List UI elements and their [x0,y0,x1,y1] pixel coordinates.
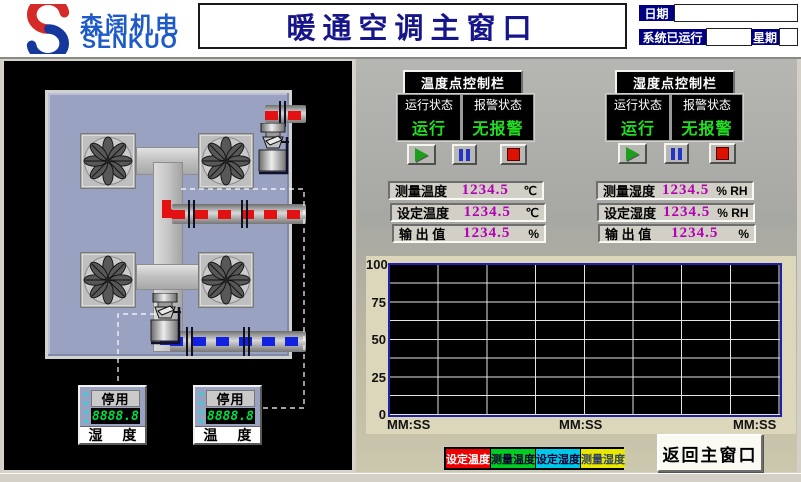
week-label: 星期 [751,29,779,45]
y-axis-tick: 75 [366,295,386,310]
page-title: 暖通空调主窗口 [286,5,538,47]
meter-status: 停用 [91,390,140,407]
meter-label: 湿 度 [80,426,145,443]
pause-icon [671,148,682,160]
valve-icon [256,123,290,175]
runtime-label: 系统已运行 [639,29,706,45]
alarm-status-value: 无报警 [472,115,523,139]
fan-icon [80,252,136,308]
header-bar: 森阔机电 SENKUO 暖通空调主窗口 日期 系统已运行 星期 [0,0,801,59]
fan-icon [80,133,136,189]
valve-icon [148,293,182,345]
stop-icon [507,148,520,161]
humidity-meter: ++ ++ 停用 8888.8 湿 度 [78,385,147,445]
play-icon [415,148,428,162]
x-axis-tick: MM:SS [733,417,776,432]
runtime-field [706,28,752,46]
legend-set-humidity[interactable]: 设定湿度 [536,449,580,468]
run-status-box: 运行状态 运行 [398,95,460,140]
alarm-status-value: 无报警 [681,115,732,139]
alarm-status-label: 报警状态 [683,96,731,113]
meter-value: 8888.8 [91,408,140,424]
temperature-control-bar-title: 温度点控制栏 [403,70,523,95]
humidity-start-button[interactable] [618,143,647,164]
temperature-status-group: 运行状态 运行 报警状态 无报警 [396,93,535,142]
week-field [779,28,798,46]
pause-icon [459,149,470,161]
company-name-en: SENKUO [82,30,178,54]
humidity-control-bar-title: 湿度点控制栏 [615,70,735,95]
pipe-flange [188,200,195,228]
alarm-status-box: 报警状态 无报警 [672,95,742,140]
humidity-stop-button[interactable] [709,143,736,164]
duct-bottom [136,264,200,290]
x-axis-tick: MM:SS [387,417,430,432]
pipe-flange [241,200,248,228]
control-panel: 温度点控制栏 运行状态 运行 报警状态 无报警 测量温度 1234.5 ℃ 设定… [356,59,797,472]
temperature-meter: ++ ++ 停用 8888.8 温 度 [193,385,262,445]
play-icon [626,147,639,161]
measured-temperature-row: 测量温度 1234.5 ℃ [388,181,544,200]
hvac-diagram-panel: ++ ++ 停用 8888.8 湿 度 ++ ++ 停用 8888.8 温 度 [2,59,354,472]
pipe-flange [186,327,193,356]
meter-value: 8888.8 [206,408,255,424]
humidity-pause-button[interactable] [664,143,689,164]
meter-status: 停用 [206,390,255,407]
temperature-output-row: 输 出 值 1234.5 % [392,224,546,243]
date-field [674,4,798,22]
stop-icon [716,147,729,160]
alarm-status-label: 报警状态 [474,96,522,113]
y-axis-tick: 0 [366,407,386,422]
pipe-flange [243,327,250,356]
set-temperature-row: 设定温度 1234.5 ℃ [390,203,546,222]
legend-measured-temperature[interactable]: 测量温度 [491,449,535,468]
chart-legend: 设定温度 测量温度 设定湿度 测量湿度 [443,446,625,471]
fan-icon [198,133,254,189]
meter-label: 温 度 [195,426,260,443]
temperature-stop-button[interactable] [500,144,527,165]
y-axis-tick: 50 [366,332,386,347]
temperature-start-button[interactable] [407,144,436,165]
y-axis-tick: 100 [366,257,386,272]
return-main-window-button[interactable]: 返回主窗口 [657,434,763,472]
fan-icon [198,252,254,308]
y-axis-tick: 25 [366,370,386,385]
trend-chart-panel: 100 75 50 25 0 MM:SS MM:SS MM:SS [366,256,796,434]
x-axis-tick: MM:SS [559,417,602,432]
meter-tick-marks: ++ ++ [197,390,205,426]
temperature-pause-button[interactable] [452,144,477,165]
humidity-output-row: 输 出 值 1234.5 % [598,224,756,243]
date-label: 日期 [639,5,674,21]
measured-humidity-row: 测量湿度 1234.5 % RH [596,181,754,200]
trend-plot-area [388,263,782,417]
run-status-value: 运行 [621,115,655,139]
meter-tick-marks: ++ ++ [82,390,90,426]
legend-set-temperature[interactable]: 设定温度 [446,449,490,468]
legend-measured-humidity[interactable]: 测量湿度 [581,449,625,468]
window-title-box: 暖通空调主窗口 [198,3,627,49]
run-status-box: 运行状态 运行 [607,95,669,140]
alarm-status-box: 报警状态 无报警 [463,95,533,140]
senkuo-logo-icon [20,4,76,54]
humidity-status-group: 运行状态 运行 报警状态 无报警 [605,93,744,142]
run-status-label: 运行状态 [614,96,662,113]
set-humidity-row: 设定湿度 1234.5 % RH [597,203,755,222]
run-status-label: 运行状态 [405,96,453,113]
run-status-value: 运行 [412,115,446,139]
